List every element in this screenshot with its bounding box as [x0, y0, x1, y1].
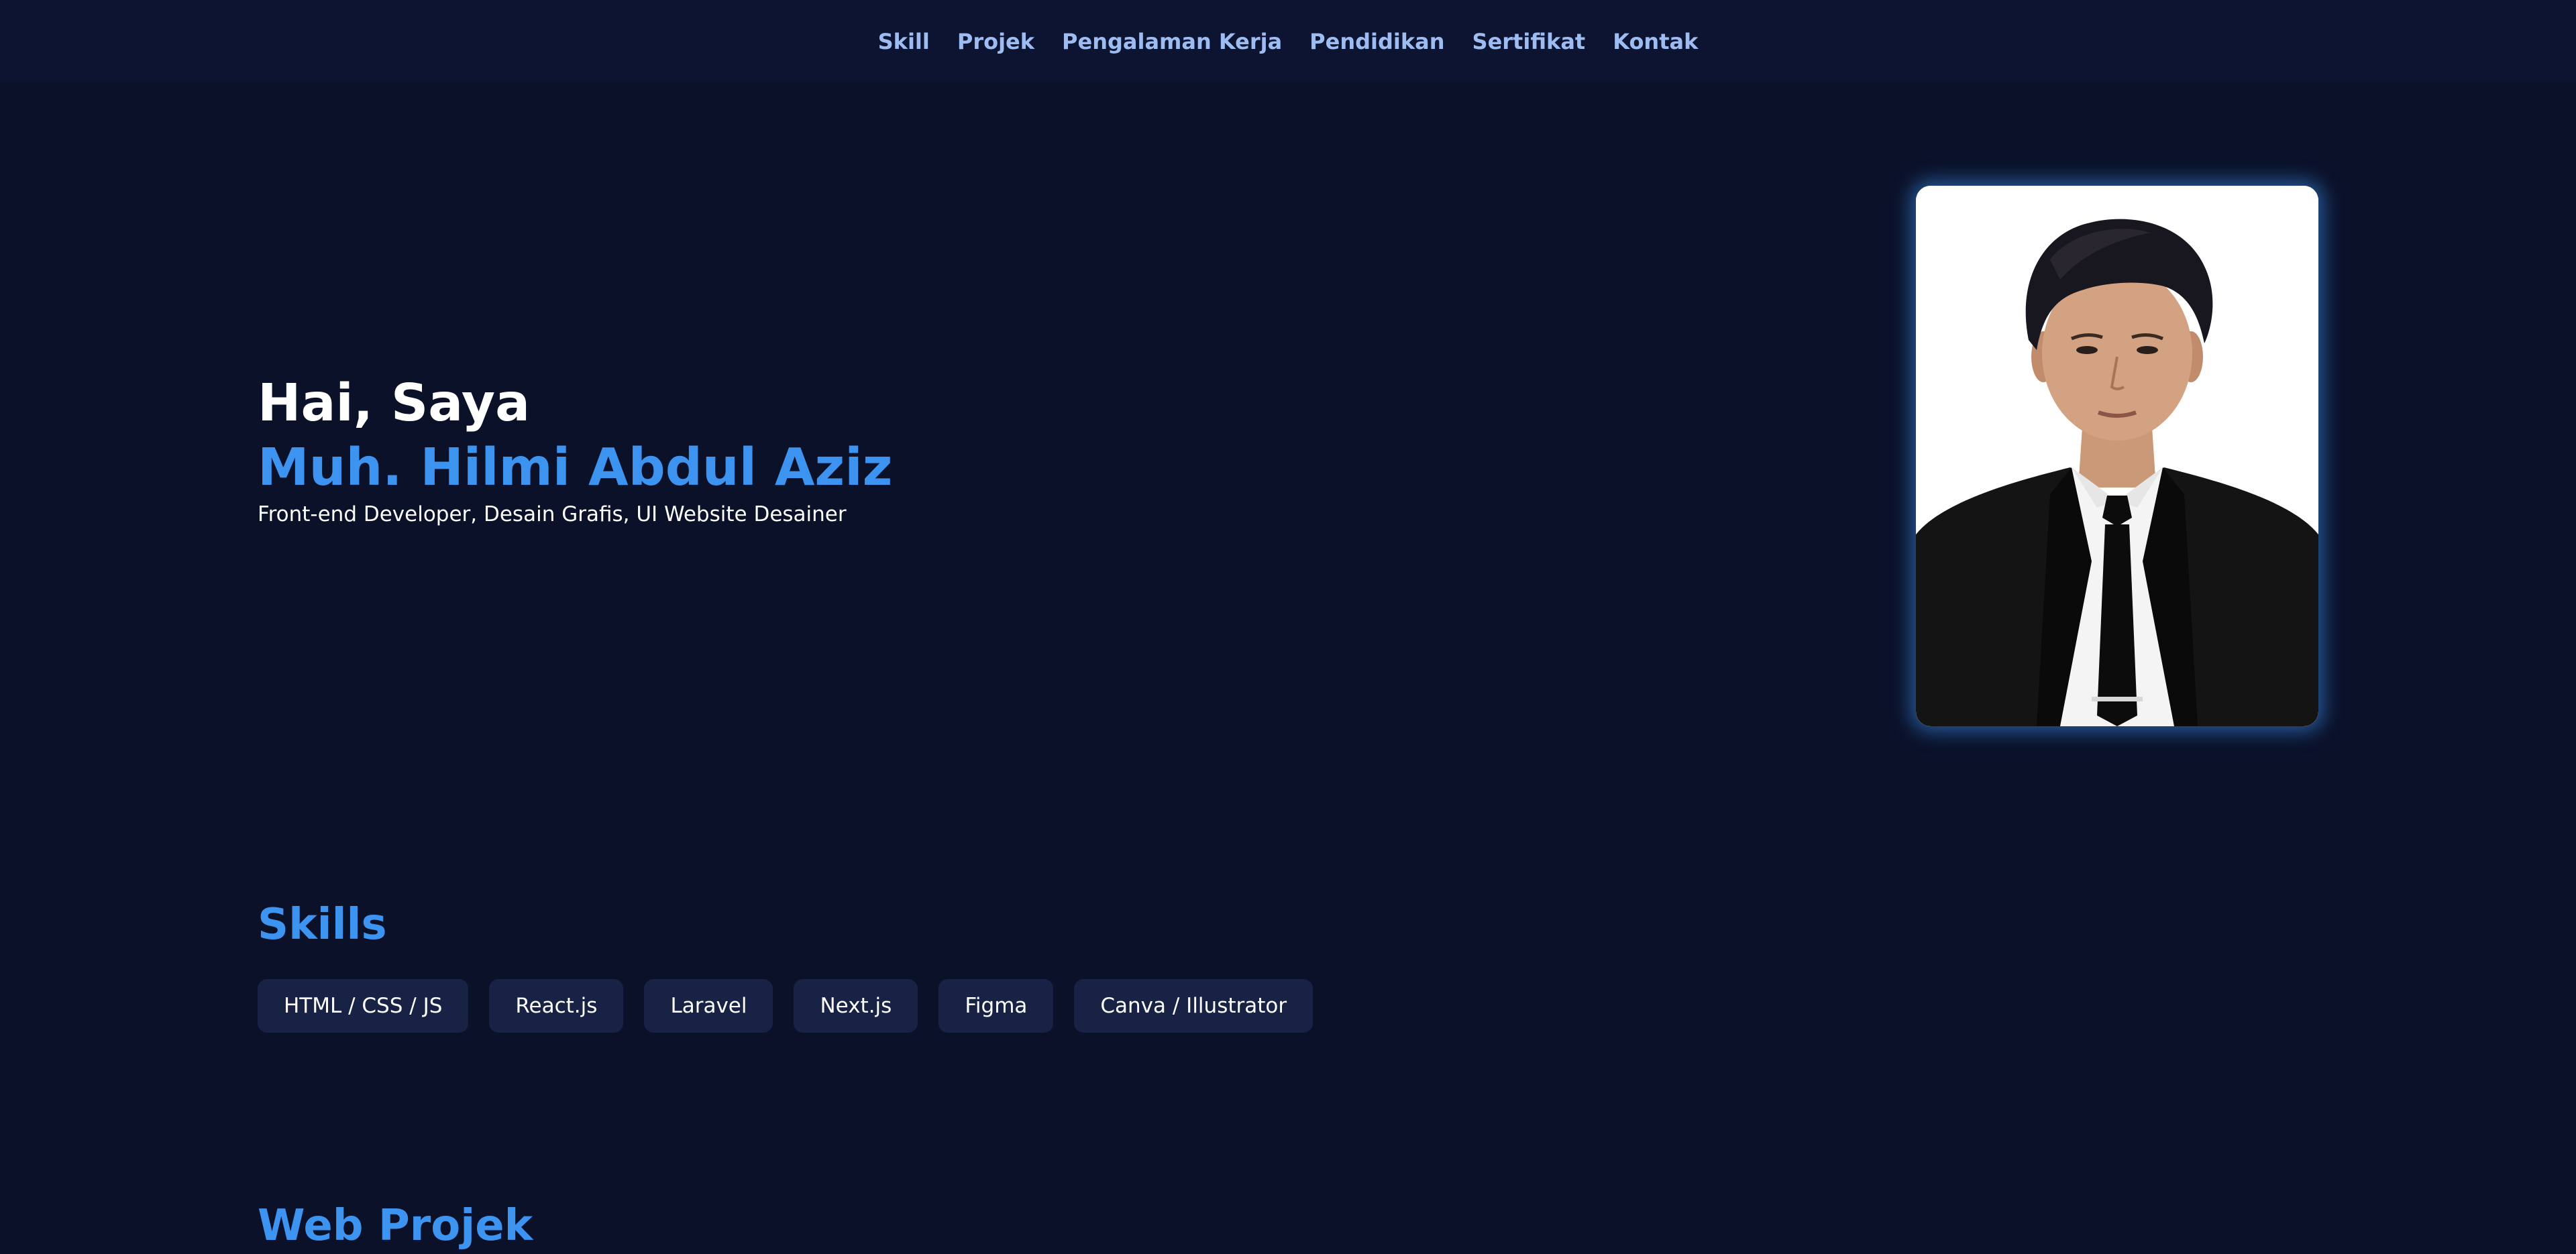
web-projects-title: Web Projek — [258, 1201, 533, 1251]
skill-chip-canva-illustrator: Canva / Illustrator — [1074, 979, 1313, 1033]
hero-name: Muh. Hilmi Abdul Aziz — [258, 438, 893, 498]
skill-chip-nextjs: Next.js — [794, 979, 918, 1033]
top-navbar: Skill Projek Pengalaman Kerja Pendidikan… — [0, 0, 2576, 82]
profile-photo — [1916, 186, 2318, 726]
skill-chip-laravel: Laravel — [644, 979, 773, 1033]
hero-section: Hai, Saya Muh. Hilmi Abdul Aziz Front-en… — [258, 372, 892, 528]
portrait-illustration — [1916, 186, 2318, 726]
nav-link-kontak[interactable]: Kontak — [1613, 29, 1698, 54]
skill-list: HTML / CSS / JS React.js Laravel Next.js… — [258, 979, 1313, 1033]
nav-link-pengalaman-kerja[interactable]: Pengalaman Kerja — [1062, 29, 1282, 54]
nav-link-sertifikat[interactable]: Sertifikat — [1472, 29, 1586, 54]
nav-link-pendidikan[interactable]: Pendidikan — [1309, 29, 1444, 54]
nav-link-skill[interactable]: Skill — [878, 29, 930, 54]
hero-tagline: Front-end Developer, Desain Grafis, UI W… — [258, 502, 847, 526]
nav-link-projek[interactable]: Projek — [957, 29, 1034, 54]
skill-chip-html-css-js: HTML / CSS / JS — [258, 979, 469, 1033]
skill-chip-react: React.js — [489, 979, 624, 1033]
skills-title: Skills — [258, 900, 387, 950]
hero-greeting: Hai, Saya — [258, 374, 531, 433]
skill-chip-figma: Figma — [938, 979, 1054, 1033]
